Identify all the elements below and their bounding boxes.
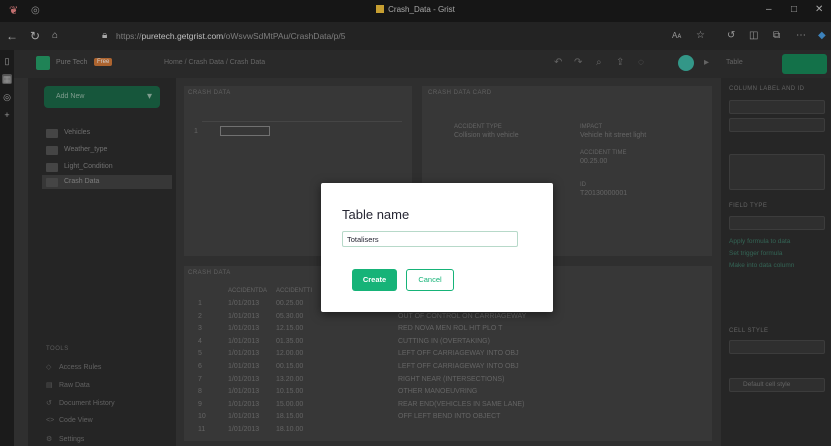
table-name-modal: Table name Create Cancel [321,183,553,312]
modal-title: Table name [342,207,410,222]
table-name-input[interactable] [342,231,518,247]
cancel-button[interactable]: Cancel [406,269,454,291]
create-button[interactable]: Create [352,269,397,291]
